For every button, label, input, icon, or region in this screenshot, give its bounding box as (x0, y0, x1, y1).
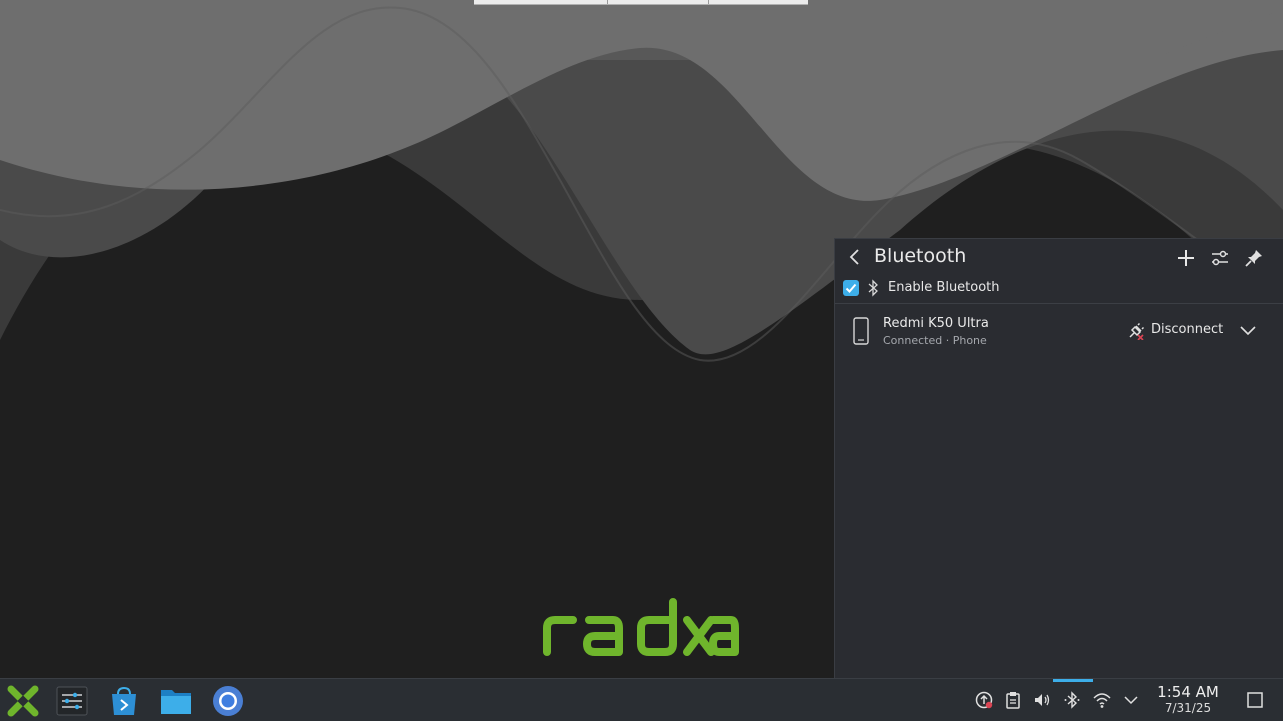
chevron-down-icon[interactable] (1237, 319, 1259, 341)
discover-store-icon[interactable] (107, 684, 141, 718)
radxa-logo: radxa (543, 598, 739, 656)
wifi-icon[interactable] (1093, 691, 1111, 709)
checkmark-icon (845, 283, 857, 293)
panel-title: Bluetooth (874, 245, 967, 267)
bluetooth-active-indicator (1053, 679, 1093, 682)
clock-time: 1:54 AM (1157, 683, 1219, 701)
divider (835, 303, 1283, 304)
clock-date: 7/31/25 (1164, 701, 1212, 715)
enable-bluetooth-label: Enable Bluetooth (888, 280, 1000, 295)
digital-clock[interactable]: 1:54 AM 7/31/25 (1148, 683, 1228, 716)
device-status: Connected · Phone (883, 334, 987, 347)
system-settings-icon[interactable] (55, 684, 89, 718)
file-manager-icon[interactable] (159, 684, 193, 718)
disconnect-plug-icon (1129, 322, 1145, 340)
clipboard-icon[interactable] (1004, 691, 1022, 709)
bluetooth-icon (868, 279, 878, 297)
add-device-icon[interactable] (1175, 247, 1197, 269)
enable-bluetooth-row[interactable]: Enable Bluetooth (835, 277, 1283, 303)
app-launcher-icon[interactable] (6, 684, 40, 718)
disconnect-button[interactable]: Disconnect (1125, 319, 1227, 343)
enable-bluetooth-checkbox[interactable] (843, 280, 859, 296)
pin-icon[interactable] (1243, 247, 1265, 269)
bluetooth-header: Bluetooth (835, 239, 1283, 277)
bluetooth-icon[interactable] (1063, 691, 1081, 709)
device-name: Redmi K50 Ultra (883, 316, 989, 331)
update-notification-icon[interactable] (975, 691, 993, 709)
expand-tray-icon[interactable] (1122, 691, 1140, 709)
top-window-edge (474, 0, 808, 5)
smartphone-icon (853, 317, 869, 345)
chromium-browser-icon[interactable] (211, 684, 245, 718)
configure-icon[interactable] (1209, 247, 1231, 269)
disconnect-label: Disconnect (1151, 322, 1224, 337)
volume-icon[interactable] (1033, 691, 1051, 709)
bluetooth-popup: Bluetooth Enable Bluetooth Redmi K50 Ult… (834, 238, 1283, 678)
show-desktop-icon[interactable] (1246, 691, 1264, 709)
back-arrow-icon[interactable] (845, 247, 865, 267)
taskbar: 1:54 AM 7/31/25 (0, 678, 1283, 721)
device-list-item[interactable]: Redmi K50 Ultra Connected · Phone Discon… (835, 305, 1283, 357)
